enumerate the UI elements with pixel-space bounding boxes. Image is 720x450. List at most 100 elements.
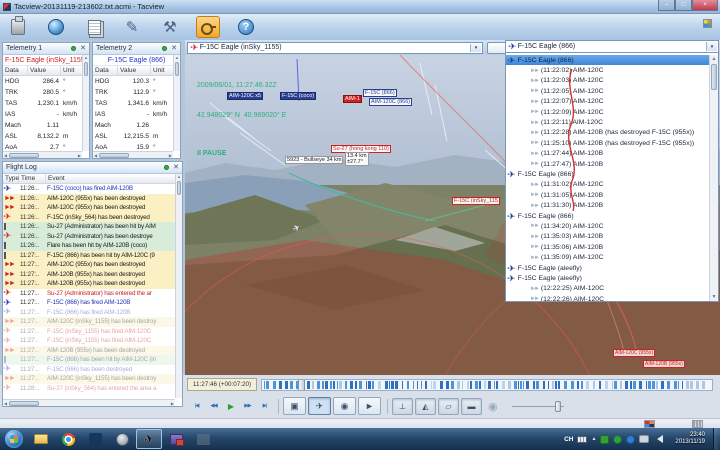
tree-group-header[interactable]: ✈F-15C Eagle (866)	[506, 55, 709, 65]
taskbar-media-button[interactable]	[82, 429, 108, 449]
speed-slider[interactable]	[512, 406, 564, 407]
map-label[interactable]: 5923 - Bullseye 34 km	[285, 156, 343, 164]
tree-item[interactable]: ►►(11:22:09) AIM-120C	[506, 107, 709, 117]
filter-vehicles-button[interactable]: ▬	[461, 398, 482, 415]
cockpit-view-button[interactable]: ▣	[283, 397, 306, 415]
taskbar-tacview-button[interactable]: ✈	[136, 429, 162, 449]
telemetry-row[interactable]: IAS-km/h	[3, 109, 89, 120]
taskbar-audio-button[interactable]	[109, 429, 135, 449]
tree-group-header[interactable]: ✈F-15C Eagle (866)	[506, 211, 709, 221]
tree-item[interactable]: ►►(11:34:20) AIM-120C	[506, 221, 709, 231]
log-row[interactable]: ✈11:28:..Su-27 (inSky_564) has entered t…	[3, 384, 182, 394]
log-row[interactable]: 11:27:..F-15C (866) has been hit by AIM-…	[3, 251, 182, 261]
tree-group-header[interactable]: ✈F-15C Eagle (866)	[506, 169, 709, 179]
log-row[interactable]: ►►11:27:..AIM-120B (955x) has been destr…	[3, 270, 182, 280]
map-label[interactable]: AIM-120B (955x)	[643, 360, 685, 368]
log-row[interactable]: ✈11:26:..F-15C (coco) has fired AIM-120B	[3, 184, 182, 194]
volume-icon[interactable]	[653, 435, 663, 443]
telemetry-row[interactable]: TRK280.5°	[3, 87, 89, 98]
tree-group-header[interactable]: ✈F-15C Eagle (aleefly)	[506, 263, 709, 273]
log-row[interactable]: 11:26:..Flare has been hit by AIM-120B (…	[3, 241, 182, 251]
log-row[interactable]: ►►11:27:..AIM-120C (inSky_1155) has been…	[3, 374, 182, 384]
activity-icon[interactable]	[644, 420, 655, 428]
telemetry-row[interactable]: Mach1.11	[3, 120, 89, 131]
tree-item[interactable]: ►►(11:27:47) AIM-120B	[506, 159, 709, 169]
log-row[interactable]: ✈11:27:..F-15C (866) has been destroyed	[3, 365, 182, 375]
settings-button[interactable]: ⚒	[158, 16, 182, 38]
close-panel-icon[interactable]: ✕	[173, 164, 179, 171]
objects-selector[interactable]: ✈ F-15C Eagle (866) ▼	[506, 41, 718, 53]
log-row[interactable]: ✈11:27:..Su-27 (Administrator) has enter…	[3, 289, 182, 299]
show-desktop-button[interactable]	[713, 428, 720, 450]
toolbar-overflow-icon[interactable]	[703, 19, 712, 28]
log-row[interactable]: ►►11:27:..AIM-120C (inSky_1155) has been…	[3, 317, 182, 327]
edit-notes-button[interactable]: ✎	[120, 16, 144, 38]
telemetry2-hscrollbar[interactable]: ◀▶	[93, 151, 173, 158]
log-row[interactable]: 11:27:..F-15C (866) has been hit by AIM-…	[3, 355, 182, 365]
flight-data-button[interactable]	[82, 16, 106, 38]
telemetry-row[interactable]: TAS1,341.6km/h	[93, 98, 180, 109]
show-hidden-icons[interactable]: ▲	[591, 436, 596, 442]
tree-item[interactable]: ►►(12:22:25) AIM-120C	[506, 284, 709, 294]
camera-object-selector[interactable]: ✈ F-15C Eagle (inSky_1155) ▼	[187, 42, 483, 54]
taskbar-idle-button[interactable]	[190, 429, 216, 449]
step-forward-button[interactable]: ▶▶	[240, 400, 255, 413]
browse-online-button[interactable]	[44, 16, 68, 38]
tree-item[interactable]: ►►(11:22:11) AIM-120C	[506, 117, 709, 127]
log-row[interactable]: ✈11:27:..F-15C (inSky_1155) has fired AI…	[3, 336, 182, 346]
close-panel-icon[interactable]: ✕	[80, 45, 86, 52]
start-button[interactable]	[5, 430, 23, 448]
tree-item[interactable]: ►►(11:22:07) AIM-120C	[506, 97, 709, 107]
log-row[interactable]: ✈11:26:..F-15C (inSky_564) has been dest…	[3, 213, 182, 223]
step-back-button[interactable]: ◀◀	[206, 400, 221, 413]
filter-aircraft-button[interactable]: ◭	[415, 398, 436, 415]
object-view-button[interactable]: ✈	[308, 397, 331, 415]
minimize-button[interactable]: –	[658, 0, 675, 11]
filter-telemetry-button[interactable]: ⊥	[392, 398, 413, 415]
update-icon[interactable]	[626, 435, 635, 444]
close-panel-icon[interactable]: ✕	[171, 45, 177, 52]
chevron-down-icon[interactable]: ▼	[706, 42, 717, 51]
keyboard-status-icon[interactable]	[692, 420, 703, 428]
flight-log-hscrollbar[interactable]: ◀▶	[3, 399, 175, 406]
log-row[interactable]: ►►11:26:..AIM-120C (955x) has been destr…	[3, 194, 182, 204]
chevron-down-icon[interactable]: ▼	[470, 44, 481, 52]
map-label[interactable]: AIM-120C (866)	[369, 98, 412, 106]
log-row[interactable]: ►►11:27:..AIM-120C (955x) has been destr…	[3, 260, 182, 270]
telemetry1-vscrollbar[interactable]: ▲	[82, 55, 89, 151]
map-label[interactable]: AIM-120C x5	[227, 92, 263, 100]
filter-helicopters-button[interactable]: ▱	[438, 398, 459, 415]
log-row[interactable]: ✈11:27:..F-15C (866) has fired AIM-120B	[3, 308, 182, 318]
tree-item[interactable]: ►►(11:31:30) AIM-120B	[506, 200, 709, 210]
tree-item[interactable]: ►►(11:27:44) AIM-120B	[506, 149, 709, 159]
maximize-button[interactable]: □	[675, 0, 692, 11]
map-label[interactable]: F-15C (coco)	[280, 92, 316, 100]
tree-item[interactable]: ►►(11:35:09) AIM-120C	[506, 252, 709, 262]
timeline-track[interactable]	[261, 379, 713, 391]
telemetry2-object[interactable]: F-15C Eagle (866)	[93, 55, 180, 66]
log-row[interactable]: ►►11:27:..AIM-120B (955x) has been destr…	[3, 346, 182, 356]
log-row[interactable]: ✈11:27:..F-15C (inSky_1155) has fired AI…	[3, 327, 182, 337]
clock[interactable]: 23:40 2013/11/19	[675, 432, 705, 446]
tree-group-header[interactable]: ✈F-15C Eagle (aleefly)	[506, 273, 709, 283]
tree-item[interactable]: ►►(11:35:03) AIM-120B	[506, 232, 709, 242]
close-button[interactable]: ×	[692, 0, 718, 11]
globe-view-button[interactable]: ◉	[333, 397, 356, 415]
telemetry2-vscrollbar[interactable]: ▲	[173, 55, 180, 151]
log-row[interactable]: ✈11:26:..Su-27 (Administrator) has been …	[3, 232, 182, 242]
speed-slider-thumb[interactable]	[555, 401, 561, 412]
tree-item[interactable]: ►►(11:31:02) AIM-120C	[506, 180, 709, 190]
pin-icon[interactable]	[71, 46, 76, 51]
map-label[interactable]: 13.4 km ±27.7°	[345, 152, 369, 166]
pin-icon[interactable]	[162, 46, 167, 51]
log-row[interactable]: ►►11:27:..AIM-120B (955x) has been destr…	[3, 279, 182, 289]
log-row[interactable]: ►►11:26:..AIM-120C (955x) has been destr…	[3, 203, 182, 213]
shield-icon[interactable]	[613, 435, 622, 444]
flight-log-vscrollbar[interactable]: ▲	[175, 174, 182, 398]
pin-icon[interactable]	[164, 165, 169, 170]
import-device-button[interactable]	[6, 16, 30, 38]
help-button[interactable]: ?	[234, 16, 258, 38]
telemetry1-object[interactable]: F-15C Eagle (inSky_1155)	[3, 55, 89, 66]
map-label[interactable]: AIM-1	[343, 95, 362, 103]
skip-start-button[interactable]: |◀	[189, 400, 204, 413]
